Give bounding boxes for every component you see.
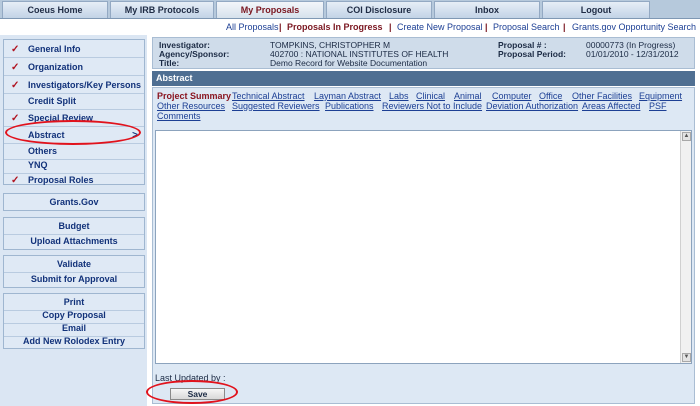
abstract-link-clinical[interactable]: Clinical [416,91,445,101]
tab-coeus-home[interactable]: Coeus Home [2,1,108,18]
sidebar-item-label: Credit Split [28,96,77,106]
abstract-link-suggested-reviewers[interactable]: Suggested Reviewers [232,101,320,111]
sidebar-group-grants: Grants.Gov [3,193,145,211]
tab-inbox[interactable]: Inbox [434,1,540,18]
separator: | [279,22,282,32]
sidebar-item-label: General Info [28,44,81,54]
check-icon: ✓ [11,175,20,186]
tab-my-irb-protocols[interactable]: My IRB Protocols [110,1,214,18]
abstract-link-office[interactable]: Office [539,91,562,101]
sidebar-item-investigators-key-persons[interactable]: ✓ Investigators/Key Persons [4,78,144,94]
proposal-info: Investigator: TOMPKINS, CHRISTOPHER M Ag… [152,37,695,69]
link-proposals-in-progress[interactable]: Proposals In Progress [287,22,383,32]
sidebar-item-upload-attachments[interactable]: Upload Attachments [4,234,144,250]
link-create-new-proposal[interactable]: Create New Proposal [397,22,483,32]
sidebar-item-label: Special Review [28,113,94,123]
sidebar: ✓ General Info ✓ Organization ✓ Investig… [0,35,147,406]
sidebar-item-special-review[interactable]: ✓ Special Review [4,111,144,127]
main-content: Investigator: TOMPKINS, CHRISTOPHER M Ag… [147,35,700,406]
sidebar-item-credit-split[interactable]: Credit Split [4,94,144,110]
sidebar-item-label: Abstract [28,130,65,140]
last-updated-label: Last Updated by : [155,373,226,383]
sidebar-group-budget: Budget Upload Attachments [3,217,145,250]
abstract-link-other-resources[interactable]: Other Resources [157,101,225,111]
link-proposal-search[interactable]: Proposal Search [493,22,560,32]
sidebar-group-submit: Validate Submit for Approval [3,255,145,288]
proposal-period-value: 01/01/2010 - 12/31/2012 [586,49,679,59]
sub-navigation: All Proposals | Proposals In Progress | … [0,20,700,35]
sidebar-item-label: Investigators/Key Persons [28,80,142,90]
separator: | [485,22,488,32]
section-header: Abstract [152,71,695,86]
abstract-link-technical-abstract[interactable]: Technical Abstract [232,91,305,101]
link-all-proposals[interactable]: All Proposals [226,22,279,32]
abstract-link-areas-affected[interactable]: Areas Affected [582,101,640,111]
scroll-down-icon[interactable]: ▼ [682,353,691,362]
save-button[interactable]: Save [170,388,225,400]
sidebar-item-add-new-rolodex-entry[interactable]: Add New Rolodex Entry [4,334,144,350]
abstract-link-reviewers-not-to-include[interactable]: Reviewers Not to Include [382,101,482,111]
check-icon: ✓ [11,113,20,124]
sidebar-item-organization[interactable]: ✓ Organization [4,60,144,76]
sidebar-item-budget[interactable]: Budget [4,219,144,235]
separator: | [389,22,392,32]
tab-logout[interactable]: Logout [542,1,650,18]
sidebar-item-ynq[interactable]: YNQ [4,158,144,174]
sidebar-group-actions: Print Copy Proposal Email Add New Rolode… [3,293,145,349]
abstract-panel: Project Summary Technical Abstract Layma… [152,87,695,404]
abstract-link-project-summary[interactable]: Project Summary [157,91,231,101]
sidebar-item-label: YNQ [28,160,48,170]
sidebar-item-label: Organization [28,62,84,72]
top-navigation: Coeus Home My IRB Protocols My Proposals… [0,0,700,19]
abstract-link-layman-abstract[interactable]: Layman Abstract [314,91,381,101]
tab-my-proposals[interactable]: My Proposals [216,1,324,18]
check-icon: ✓ [11,62,20,73]
sidebar-group-proposal: ✓ General Info ✓ Organization ✓ Investig… [3,39,145,186]
vertical-scrollbar[interactable]: ▲ ▼ [680,131,691,363]
separator: | [563,22,566,32]
abstract-link-animal[interactable]: Animal [454,91,482,101]
check-icon: ✓ [11,80,20,91]
chevron-right-icon: > [132,130,138,141]
abstract-link-labs[interactable]: Labs [389,91,409,101]
sidebar-item-submit-for-approval[interactable]: Submit for Approval [4,272,144,288]
scroll-up-icon[interactable]: ▲ [682,132,691,141]
sidebar-item-general-info[interactable]: ✓ General Info [4,42,144,58]
sidebar-item-grants-gov[interactable]: Grants.Gov [4,195,144,211]
tab-coi-disclosure[interactable]: COI Disclosure [326,1,432,18]
abstract-link-comments[interactable]: Comments [157,111,201,121]
link-grants-gov-opportunity-search[interactable]: Grants.gov Opportunity Search [572,22,696,32]
abstract-link-other-facilities[interactable]: Other Facilities [572,91,632,101]
abstract-link-deviation-authorization[interactable]: Deviation Authorization [486,101,578,111]
abstract-link-psf[interactable]: PSF [649,101,667,111]
title-label: Title: [159,58,180,68]
title-value: Demo Record for Website Documentation [270,58,428,68]
abstract-link-publications[interactable]: Publications [325,101,374,111]
proposal-period-label: Proposal Period: [498,49,567,59]
sidebar-item-label: Proposal Roles [28,175,94,185]
abstract-link-computer[interactable]: Computer [492,91,532,101]
check-icon: ✓ [11,44,20,55]
abstract-link-equipment[interactable]: Equipment [639,91,682,101]
abstract-textarea[interactable] [155,130,692,364]
sidebar-item-label: Others [28,146,58,156]
sidebar-item-validate[interactable]: Validate [4,257,144,273]
sidebar-item-proposal-roles[interactable]: ✓ Proposal Roles [4,173,144,189]
sidebar-item-abstract[interactable]: Abstract > [4,128,144,144]
